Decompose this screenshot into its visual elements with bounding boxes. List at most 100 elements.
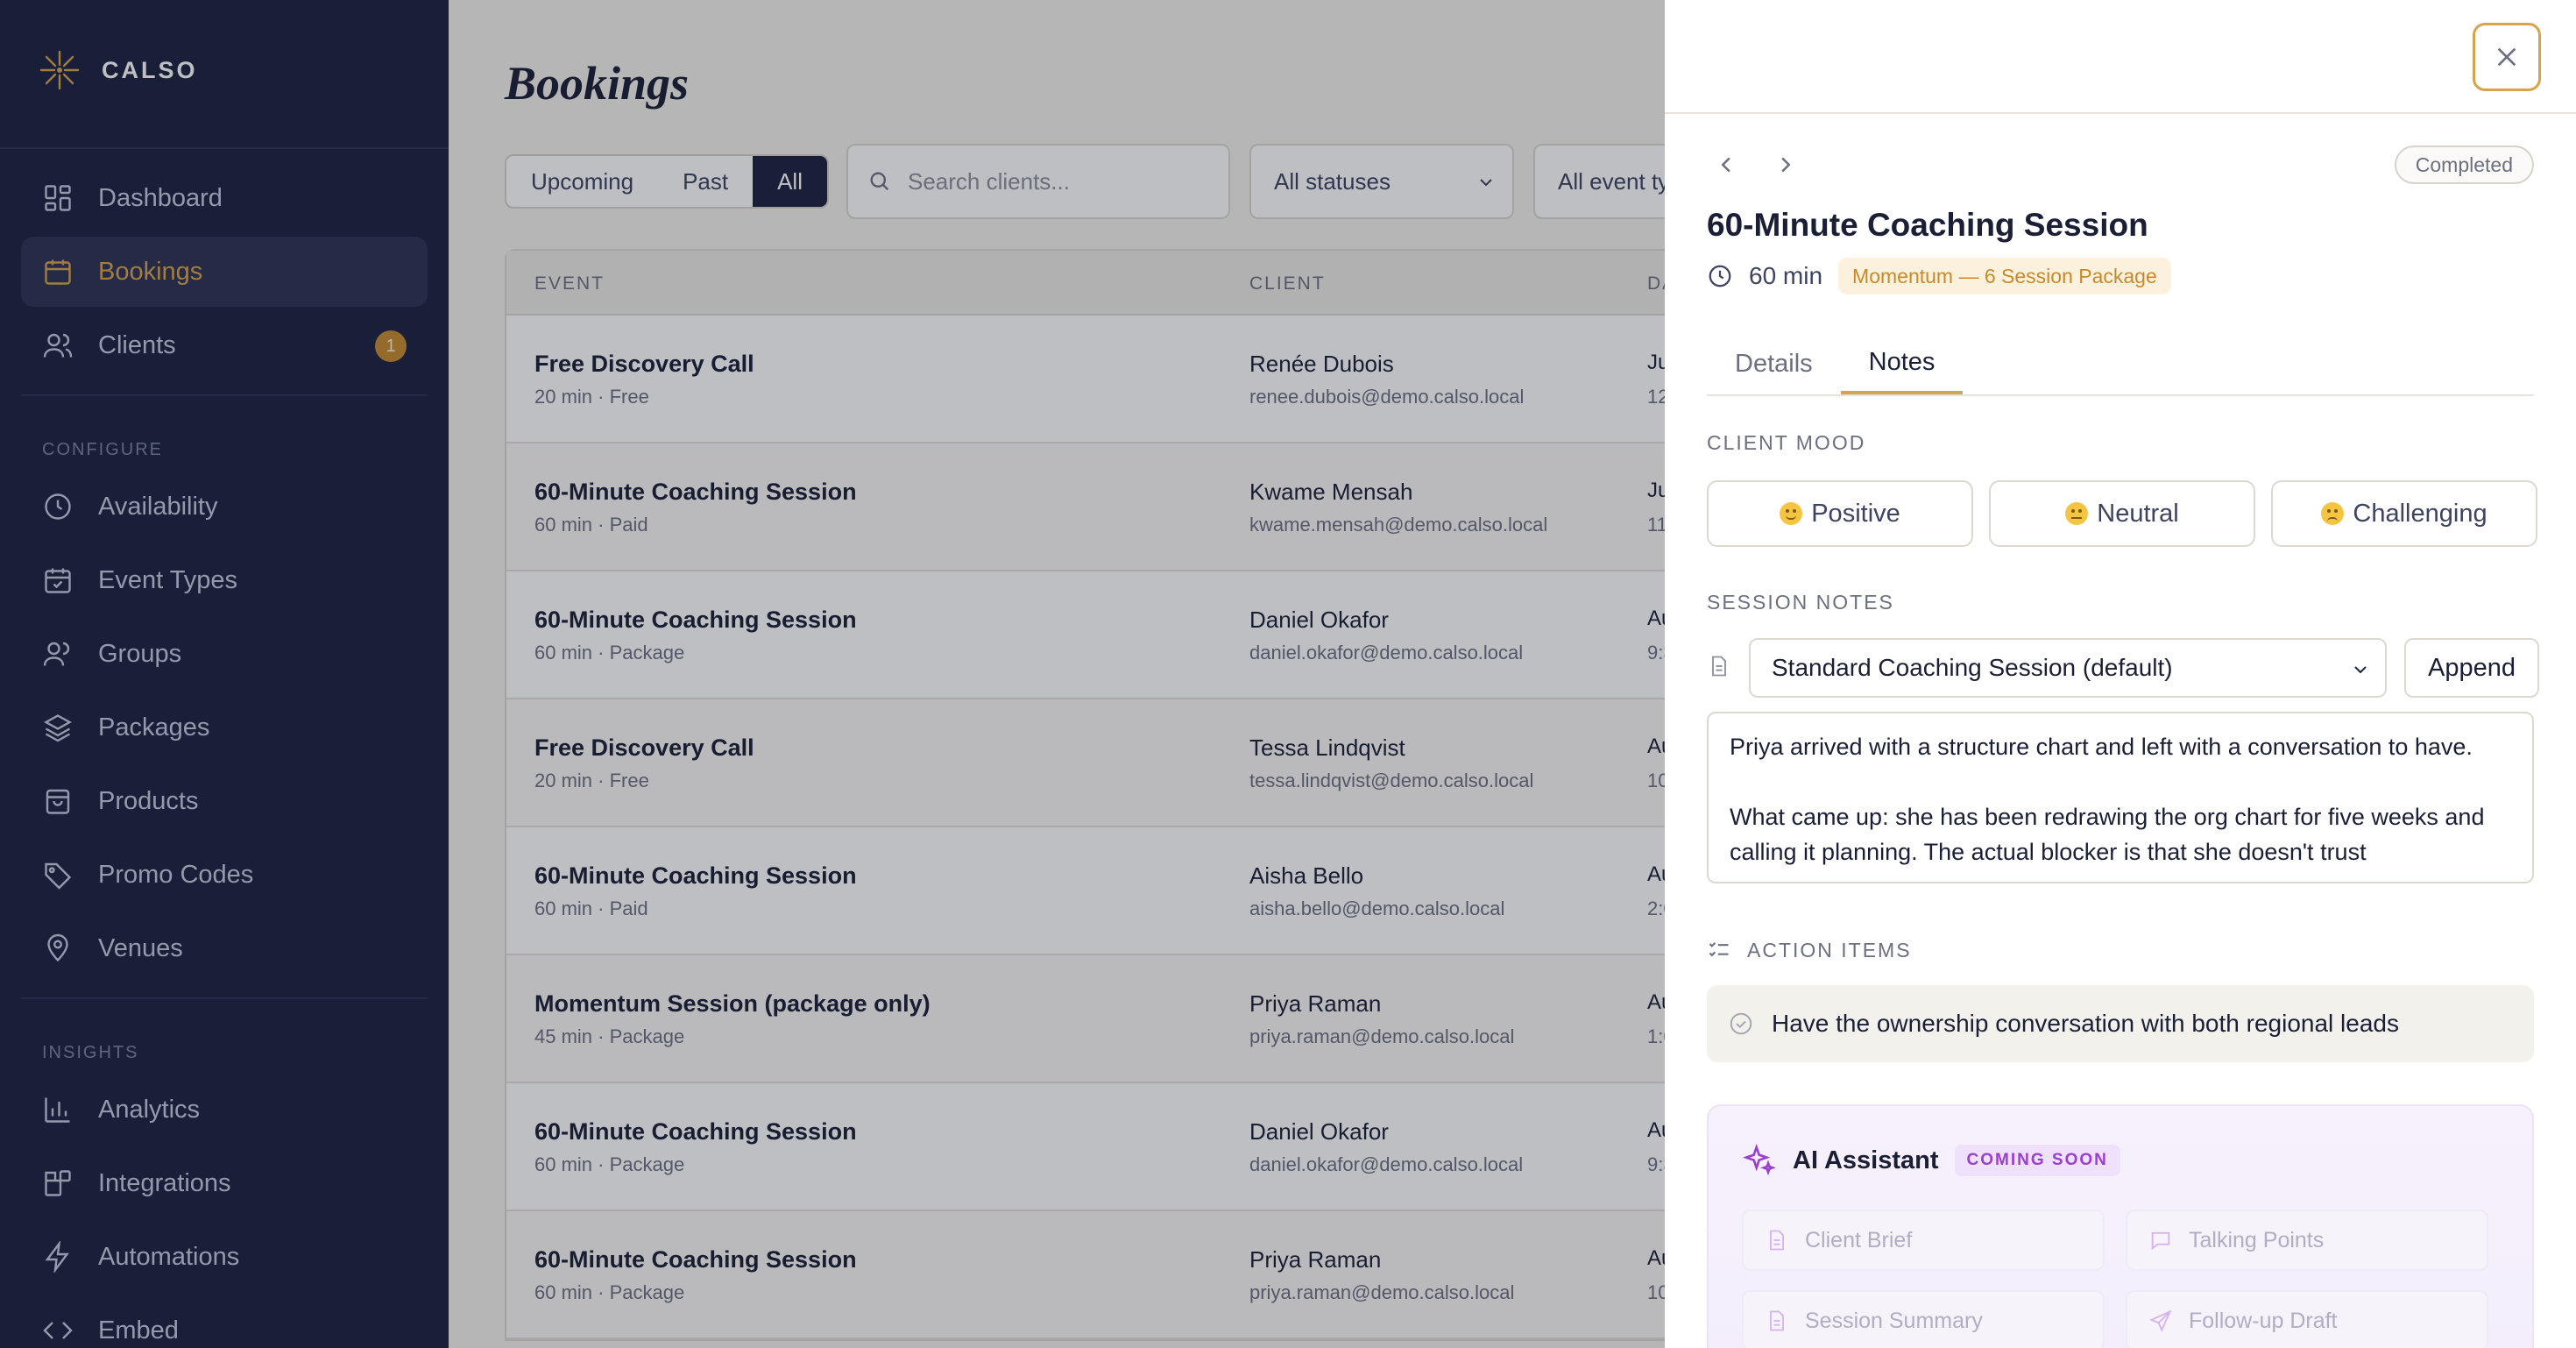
client-email: priya.raman@demo.calso.local (1249, 1281, 1515, 1303)
action-item-text: Have the ownership conversation with bot… (1772, 1010, 2399, 1037)
notes-template-select[interactable]: Standard Coaching Session (default) (1749, 638, 2387, 698)
mood-selector: Positive Neutral Challenging (1707, 480, 2537, 547)
client-brief-button[interactable]: Client Brief (1742, 1210, 2105, 1271)
layers-icon (44, 714, 72, 742)
client-name: Tessa Lindqvist (1249, 734, 1405, 761)
sidebar-item-clients[interactable]: Clients 1 (21, 310, 428, 380)
clock-icon (1709, 265, 1731, 287)
booking-time: 10:0 (1647, 770, 1665, 791)
ai-button-label: Follow-up Draft (2189, 1308, 2338, 1333)
client-mood-label: CLIENT MOOD (1707, 431, 1866, 454)
previous-booking-button[interactable] (1710, 149, 1742, 181)
configure-section-label: CONFIGURE (42, 440, 163, 459)
sidebar-item-embed[interactable]: Embed (21, 1295, 428, 1348)
main-nav: Dashboard Bookings Clients 1 (21, 163, 428, 384)
segment-past[interactable]: Past (658, 156, 753, 207)
action-item[interactable]: Have the ownership conversation with bot… (1707, 985, 2534, 1062)
table-row[interactable]: 60-Minute Coaching Session 60 min · Pack… (506, 571, 1665, 699)
sidebar-item-event-types[interactable]: Event Types (21, 545, 428, 615)
action-items-header: ACTION ITEMS (1707, 938, 1912, 962)
lightning-icon (45, 1241, 69, 1273)
booking-date: Aug (1647, 1246, 1665, 1270)
search-input[interactable] (908, 167, 1206, 195)
bookings-main: Bookings Upcoming Past All All statuses … (449, 0, 1665, 1348)
event-meta: 60 min · Paid (534, 897, 648, 919)
sidebar-item-label: Analytics (98, 1095, 201, 1124)
map-pin-icon (47, 933, 68, 962)
sidebar-item-label: Groups (98, 639, 182, 668)
booking-time: 2:0 (1647, 897, 1665, 919)
mood-label: Neutral (2097, 499, 2179, 528)
drawer-tabs: Details Notes (1707, 333, 2534, 396)
booking-duration: 60 min (1749, 262, 1823, 289)
ai-assistant-card: AI Assistant COMING SOON Client Brief Ta… (1707, 1104, 2534, 1348)
ai-button-label: Talking Points (2189, 1227, 2325, 1252)
sidebar-item-bookings[interactable]: Bookings (21, 237, 428, 307)
sidebar-item-groups[interactable]: Groups (21, 619, 428, 689)
action-items-label: ACTION ITEMS (1747, 938, 1912, 961)
mood-label: Positive (1811, 499, 1900, 528)
calendar-check-icon (45, 568, 71, 593)
sidebar-item-availability[interactable]: Availability (21, 472, 428, 542)
send-icon (2149, 1309, 2172, 1332)
sidebar-item-label: Clients (98, 330, 176, 359)
sad-emoji-icon (2321, 502, 2345, 525)
event-type-filter-select[interactable]: All event typ (1533, 144, 1665, 219)
tab-details[interactable]: Details (1707, 333, 1841, 394)
booking-date: Aug (1647, 734, 1665, 758)
client-name: Kwame Mensah (1249, 479, 1413, 505)
tab-notes[interactable]: Notes (1840, 333, 1964, 394)
booking-date: Aug (1647, 1118, 1665, 1142)
append-button[interactable]: Append (2404, 638, 2539, 698)
chat-bubble-icon (2151, 1231, 2170, 1251)
next-booking-button[interactable] (1770, 149, 1801, 181)
table-row[interactable]: Free Discovery Call 20 min · Free Tessa … (506, 699, 1665, 827)
client-email: aisha.bello@demo.calso.local (1249, 897, 1505, 919)
segment-upcoming[interactable]: Upcoming (506, 156, 658, 207)
close-button[interactable] (2473, 23, 2541, 91)
status-filter-select[interactable]: All statuses (1249, 144, 1514, 219)
ai-button-label: Client Brief (1805, 1227, 1913, 1252)
booking-time: 1:0 (1647, 1025, 1665, 1047)
tag-icon (45, 862, 72, 890)
close-icon (2497, 47, 2516, 67)
coming-soon-badge: COMING SOON (1954, 1145, 2120, 1176)
session-notes-textarea[interactable] (1707, 712, 2534, 883)
neutral-emoji-icon (2065, 502, 2089, 525)
session-summary-button[interactable]: Session Summary (1742, 1290, 2105, 1348)
sidebar-item-integrations[interactable]: Integrations (21, 1148, 428, 1218)
table-row[interactable]: 60-Minute Coaching Session 60 min · Pack… (506, 1083, 1665, 1211)
sidebar-item-label: Promo Codes (98, 860, 254, 889)
client-name: Aisha Bello (1249, 862, 1364, 889)
col-date-header: DAT (1647, 273, 1665, 294)
sidebar-item-automations[interactable]: Automations (21, 1222, 428, 1292)
sidebar-item-venues[interactable]: Venues (21, 913, 428, 983)
table-row[interactable]: Momentum Session (package only) 45 min ·… (506, 955, 1665, 1083)
table-row[interactable]: 60-Minute Coaching Session 60 min · Paid… (506, 443, 1665, 571)
mood-positive-button[interactable]: Positive (1707, 480, 1973, 547)
table-header: EVENT CLIENT DAT (506, 251, 1665, 316)
client-name: Renée Dubois (1249, 351, 1394, 377)
mood-neutral-button[interactable]: Neutral (1989, 480, 2255, 547)
sidebar-item-products[interactable]: Products (21, 766, 428, 836)
time-filter-segmented: Upcoming Past All (505, 154, 829, 209)
document-icon (1770, 1310, 1784, 1331)
sidebar-item-dashboard[interactable]: Dashboard (21, 163, 428, 233)
check-circle-icon[interactable] (1728, 1011, 1754, 1037)
booking-time: 10:0 (1647, 1281, 1665, 1303)
talking-points-button[interactable]: Talking Points (2126, 1210, 2488, 1271)
sidebar-item-label: Event Types (98, 565, 238, 594)
client-email: priya.raman@demo.calso.local (1249, 1025, 1515, 1047)
sidebar-item-promo-codes[interactable]: Promo Codes (21, 840, 428, 910)
sidebar-item-packages[interactable]: Packages (21, 692, 428, 763)
mood-challenging-button[interactable]: Challenging (2271, 480, 2537, 547)
brand[interactable]: CALSO (39, 49, 198, 91)
table-row[interactable]: 60-Minute Coaching Session 60 min · Pack… (506, 1211, 1665, 1339)
table-row[interactable]: 60-Minute Coaching Session 60 min · Paid… (506, 827, 1665, 955)
sidebar-item-analytics[interactable]: Analytics (21, 1075, 428, 1145)
follow-up-draft-button[interactable]: Follow-up Draft (2126, 1290, 2488, 1348)
table-row[interactable]: Free Discovery Call 20 min · Free Renée … (506, 316, 1665, 443)
group-icon (43, 642, 70, 666)
segment-all[interactable]: All (753, 156, 827, 207)
booking-date: Jul (1647, 351, 1665, 374)
